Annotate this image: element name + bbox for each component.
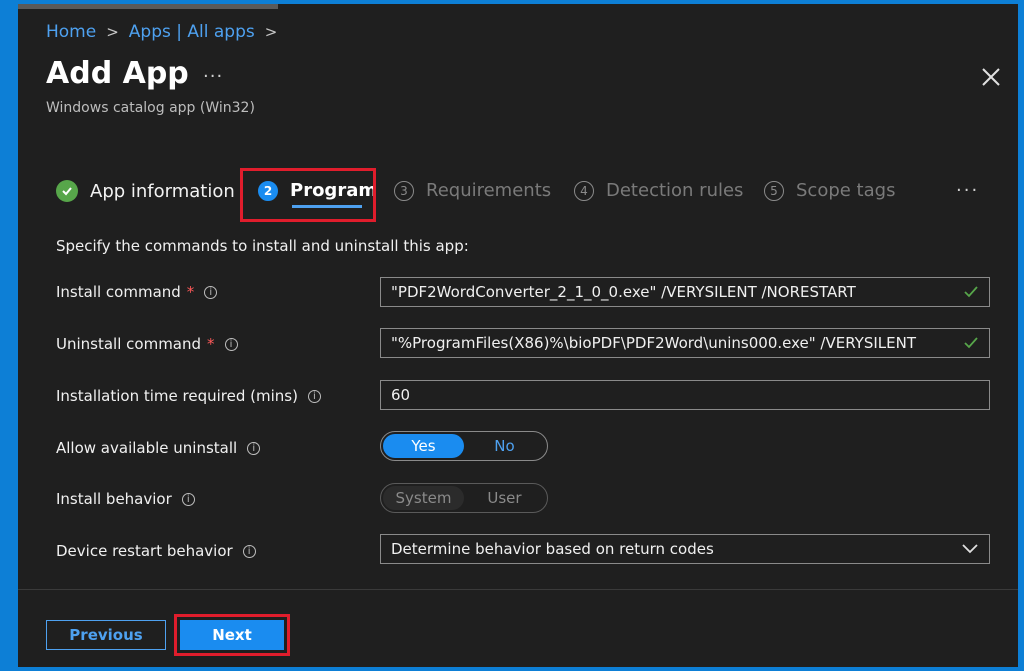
add-app-panel: Home > Apps | All apps > Add App ··· Win… — [18, 4, 1018, 667]
tab-scope-tags[interactable]: 5 Scope tags — [764, 180, 895, 201]
toggle-system: System — [383, 486, 464, 510]
previous-button[interactable]: Previous — [46, 620, 166, 650]
restart-behavior-select[interactable]: Determine behavior based on return codes — [380, 534, 990, 564]
install-behavior-toggle: System User — [380, 483, 548, 513]
info-icon[interactable]: i — [247, 441, 261, 455]
install-time-input[interactable]: 60 — [380, 380, 990, 410]
tab-label: Requirements — [426, 180, 552, 201]
valid-check-icon — [964, 286, 978, 298]
install-time-label: Installation time required (mins) i — [56, 387, 321, 405]
next-button[interactable]: Next — [180, 620, 284, 650]
tab-label: Detection rules — [606, 180, 744, 201]
highlight-box — [240, 168, 376, 222]
tab-detection-rules[interactable]: 4 Detection rules — [574, 180, 743, 201]
step-number-icon: 3 — [394, 180, 414, 201]
allow-uninstall-toggle[interactable]: Yes No — [380, 431, 548, 461]
label-text: Installation time required (mins) — [56, 387, 298, 405]
required-marker: * — [207, 335, 215, 353]
valid-check-icon — [964, 337, 978, 349]
label-text: Install command — [56, 283, 181, 301]
breadcrumb-home-link[interactable]: Home — [46, 22, 96, 42]
info-icon[interactable]: i — [307, 389, 321, 403]
info-icon[interactable]: i — [242, 544, 256, 558]
input-value: 60 — [391, 386, 411, 404]
uninstall-command-input[interactable]: "%ProgramFiles(X86)%\bioPDF\PDF2Word\uni… — [380, 328, 990, 358]
allow-uninstall-label: Allow available uninstall i — [56, 439, 261, 457]
step-number-icon: 5 — [764, 180, 784, 201]
tab-label: App information — [90, 180, 235, 202]
more-tabs-icon[interactable]: ··· — [956, 180, 979, 201]
form-intro: Specify the commands to install and unin… — [56, 237, 469, 255]
toggle-no[interactable]: No — [464, 434, 545, 458]
close-icon[interactable] — [980, 66, 1002, 88]
breadcrumb-apps-link[interactable]: Apps | All apps — [129, 22, 255, 42]
tab-label: Scope tags — [796, 180, 896, 201]
checkmark-icon — [56, 180, 78, 202]
install-behavior-label: Install behavior i — [56, 490, 195, 508]
label-text: Install behavior — [56, 490, 172, 508]
chevron-right-icon: > — [106, 23, 119, 41]
footer-divider — [18, 589, 1018, 590]
input-value: "PDF2WordConverter_2_1_0_0.exe" /VERYSIL… — [391, 283, 856, 301]
page-subtitle: Windows catalog app (Win32) — [46, 100, 255, 116]
step-number-icon: 4 — [574, 180, 594, 201]
info-icon[interactable]: i — [224, 337, 238, 351]
label-text: Allow available uninstall — [56, 439, 238, 457]
input-value: "%ProgramFiles(X86)%\bioPDF\PDF2Word\uni… — [391, 334, 917, 352]
info-icon[interactable]: i — [204, 285, 218, 299]
install-command-label: Install command * i — [56, 283, 218, 301]
select-value: Determine behavior based on return codes — [391, 540, 714, 558]
more-options-icon[interactable]: ··· — [203, 66, 223, 87]
breadcrumb: Home > Apps | All apps > — [46, 22, 287, 42]
tab-requirements[interactable]: 3 Requirements — [394, 180, 551, 201]
toggle-user: User — [487, 489, 522, 507]
toggle-yes[interactable]: Yes — [383, 434, 464, 458]
restart-behavior-label: Device restart behavior i — [56, 542, 256, 560]
label-text: Device restart behavior — [56, 542, 233, 560]
label-text: Uninstall command — [56, 335, 202, 353]
install-command-input[interactable]: "PDF2WordConverter_2_1_0_0.exe" /VERYSIL… — [380, 277, 990, 307]
chevron-down-icon — [962, 544, 978, 554]
required-marker: * — [186, 283, 195, 301]
uninstall-command-label: Uninstall command * i — [56, 335, 238, 353]
chevron-right-icon: > — [264, 23, 278, 41]
page-title: Add App — [46, 56, 189, 91]
tab-app-information[interactable]: App information — [56, 180, 235, 202]
top-strip — [18, 4, 278, 9]
info-icon[interactable]: i — [181, 492, 195, 506]
